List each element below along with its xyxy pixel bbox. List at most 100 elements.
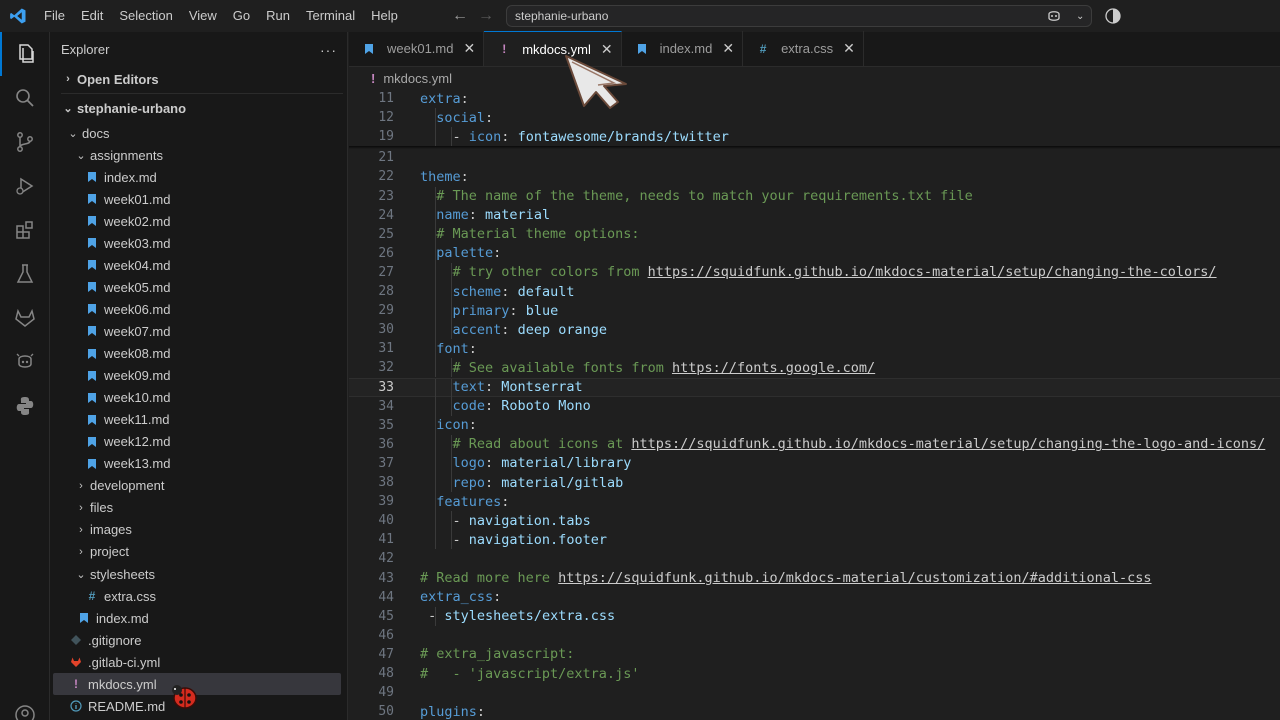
code-line[interactable]: 41 - navigation.footer [349,530,1280,550]
code-line[interactable]: 27 # try other colors from https://squid… [349,262,1280,282]
account-icon[interactable] [0,700,50,720]
code-line[interactable]: 29 primary: blue [349,301,1280,321]
forward-arrow-icon[interactable]: → [478,7,494,25]
code-line[interactable]: 26 palette: [349,243,1280,263]
copilot-button[interactable]: ⌄ [1046,8,1084,24]
code-line[interactable]: 38 repo: material/gitlab [349,473,1280,493]
code-line[interactable]: 45 - stylesheets/extra.css [349,606,1280,626]
code-line[interactable]: 43 # Read more here https://squidfunk.git… [349,569,1280,588]
file-index-md[interactable]: index.md [50,607,347,629]
code-line[interactable]: 46 [349,626,1280,645]
command-center-search[interactable]: stephanie-urbano [506,5,1092,27]
folder-files[interactable]: › files [50,497,347,519]
code-line[interactable]: 25 # Material theme options: [349,224,1280,244]
code-line[interactable]: 19 - icon: fontawesome/brands/twitter [349,127,1280,147]
explorer-icon[interactable] [0,32,50,76]
code-line[interactable]: 42 [349,549,1280,568]
open-editors-section[interactable]: › Open Editors [50,66,347,92]
code-line[interactable]: 34 code: Roboto Mono [349,396,1280,416]
folder-stylesheets[interactable]: ⌄ stylesheets [50,563,347,585]
yaml-file-icon: ! [371,70,376,86]
menu-go[interactable]: Go [225,0,258,32]
run-debug-icon[interactable] [0,164,50,208]
code-line[interactable]: 37 logo: material/library [349,453,1280,473]
layout-toggle-icon[interactable] [1104,7,1122,28]
file-week01-md[interactable]: week01.md [50,188,347,210]
file-extra-css[interactable]: # extra.css [50,585,347,607]
breadcrumb-file[interactable]: mkdocs.yml [383,71,452,86]
code-line[interactable]: 31 font: [349,339,1280,359]
file-week08-md[interactable]: week08.md [50,343,347,365]
copilot-chat-icon[interactable] [0,340,50,384]
code-text: features: [436,493,510,510]
menu-help[interactable]: Help [363,0,406,32]
code-line[interactable]: 50 plugins: [349,702,1280,720]
folder-images[interactable]: › images [50,519,347,541]
file-week02-md[interactable]: week02.md [50,210,347,232]
code-line[interactable]: 11 extra: [349,89,1280,108]
folder-development[interactable]: › development [50,475,347,497]
code-line[interactable]: 49 [349,683,1280,702]
file-week05-md[interactable]: week05.md [50,276,347,298]
file-week07-md[interactable]: week07.md [50,320,347,342]
file-index-md[interactable]: index.md [50,166,347,188]
file-week04-md[interactable]: week04.md [50,254,347,276]
back-arrow-icon[interactable]: ← [452,7,468,25]
file-week13-md[interactable]: week13.md [50,453,347,475]
file-week11-md[interactable]: week11.md [50,409,347,431]
code-line[interactable]: 40 - navigation.tabs [349,511,1280,531]
code-line[interactable]: 36 # Read about icons at https://squidfu… [349,434,1280,454]
code-line[interactable]: 24 name: material [349,205,1280,225]
code-line[interactable]: 48 # - 'javascript/extra.js' [349,664,1280,683]
python-icon[interactable] [0,384,50,428]
code-line[interactable]: 44 extra_css: [349,588,1280,607]
close-icon[interactable]: ✕ [843,40,855,57]
close-icon[interactable]: ✕ [722,40,734,57]
folder-project[interactable]: › project [50,541,347,563]
menu-selection[interactable]: Selection [111,0,180,32]
search-icon[interactable] [0,76,50,120]
gitlab-icon[interactable] [0,296,50,340]
source-control-icon[interactable] [0,120,50,164]
tab-extra-css[interactable]: # extra.css ✕ [743,31,864,66]
menu-view[interactable]: View [181,0,225,32]
code-line[interactable]: 35 icon: [349,415,1280,435]
file--gitignore[interactable]: .gitignore [50,629,347,651]
code-line[interactable]: 28 scheme: default [349,282,1280,302]
code-line[interactable]: 33 text: Montserrat [349,377,1280,398]
extensions-icon[interactable] [0,208,50,252]
code-line[interactable]: 21 [349,148,1280,167]
testing-flask-icon[interactable] [0,252,50,296]
code-line[interactable]: 22 theme: [349,167,1280,186]
code-editor[interactable]: 11 extra: 12 social: 19 - icon: fontawesome… [349,89,1280,720]
code-line[interactable]: 39 features: [349,492,1280,512]
line-number: 23 [378,188,394,204]
code-text: logo: material/library [452,455,632,472]
tab-label: extra.css [781,41,834,56]
more-actions-icon[interactable]: ··· [320,42,337,58]
folder-assignments[interactable]: ⌄ assignments [50,144,347,166]
file-week06-md[interactable]: week06.md [50,298,347,320]
file--gitlab-ci-yml[interactable]: .gitlab-ci.yml [50,651,347,673]
tab-week01-md[interactable]: week01.md ✕ [349,31,485,66]
folder-docs[interactable]: ⌄ docs [50,122,347,144]
tab-index-md[interactable]: index.md ✕ [622,31,744,66]
yaml-file-icon: ! [74,677,78,692]
menu-terminal[interactable]: Terminal [298,0,363,32]
file-week03-md[interactable]: week03.md [50,232,347,254]
file-week12-md[interactable]: week12.md [50,431,347,453]
menu-edit[interactable]: Edit [73,0,111,32]
code-line[interactable]: 23 # The name of the theme, needs to mat… [349,186,1280,206]
close-icon[interactable]: ✕ [463,40,475,57]
menu-file[interactable]: File [36,0,73,32]
code-line[interactable]: 32 # See available fonts from https://fo… [349,358,1280,378]
menu-run[interactable]: Run [258,0,298,32]
code-line[interactable]: 30 accent: deep orange [349,320,1280,340]
markdown-file-icon [84,215,100,227]
code-line[interactable]: 12 social: [349,108,1280,128]
workspace-section[interactable]: ⌄ stephanie-urbano [50,95,347,121]
file-week09-md[interactable]: week09.md [50,365,347,387]
code-line[interactable]: 47 # extra_javascript: [349,645,1280,664]
chevron-down-icon[interactable]: ⌄ [1076,11,1084,22]
file-week10-md[interactable]: week10.md [50,387,347,409]
